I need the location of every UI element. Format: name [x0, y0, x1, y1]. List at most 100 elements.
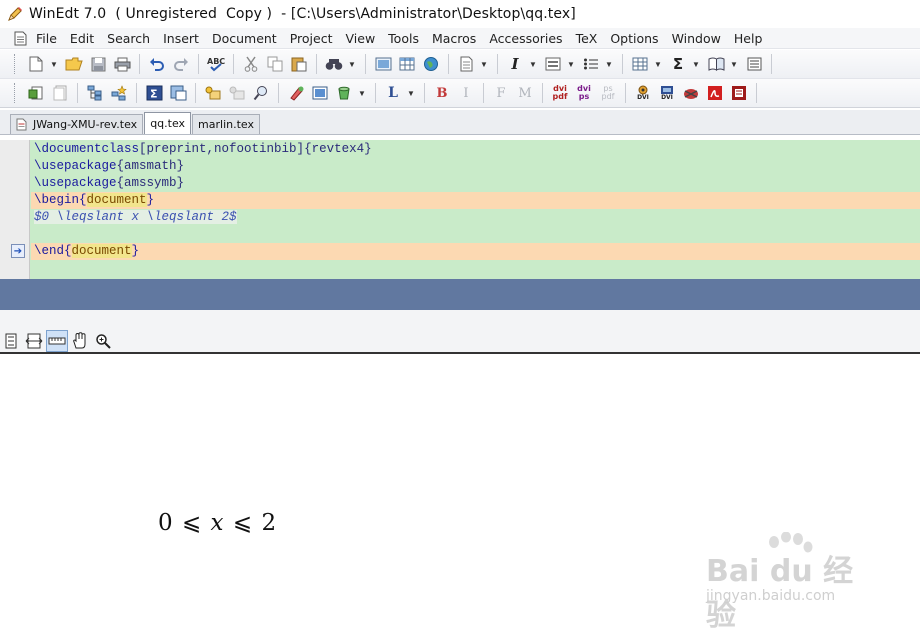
toolbar-separator: [233, 54, 234, 74]
bullets-icon[interactable]: [580, 53, 602, 75]
ps-pdf-icon[interactable]: ps pdf: [597, 82, 619, 104]
tabular-dropdown-chevron-down-icon[interactable]: ▼: [653, 53, 663, 75]
spellcheck-icon[interactable]: ABC: [205, 53, 227, 75]
hand-pan-icon[interactable]: [69, 330, 91, 352]
bucket-icon[interactable]: [333, 82, 355, 104]
document-icon[interactable]: [14, 31, 28, 46]
status-area: [0, 310, 920, 330]
page-dropdown-chevron-down-icon[interactable]: ▼: [479, 53, 489, 75]
bucket-dropdown-chevron-down-icon[interactable]: ▼: [357, 82, 367, 104]
menu-tex[interactable]: TeX: [576, 31, 598, 46]
menu-insert[interactable]: Insert: [163, 31, 199, 46]
save-icon[interactable]: [87, 53, 109, 75]
fit-page-icon[interactable]: [0, 330, 22, 352]
gather-disabled-icon[interactable]: [226, 82, 248, 104]
menu-macros[interactable]: Macros: [432, 31, 476, 46]
font-disabled-icon[interactable]: F: [490, 82, 512, 104]
menu-window[interactable]: Window: [672, 31, 721, 46]
latex-dropdown-chevron-down-icon[interactable]: ▼: [406, 82, 416, 104]
menu-document[interactable]: Document: [212, 31, 277, 46]
toolbar-grip[interactable]: [14, 54, 17, 74]
book-icon[interactable]: [705, 53, 727, 75]
undo-icon[interactable]: [146, 53, 168, 75]
bibtex-icon[interactable]: [680, 82, 702, 104]
find-icon[interactable]: [323, 53, 345, 75]
menu-search[interactable]: Search: [107, 31, 150, 46]
preview-pane[interactable]: 0 ⩽ x ⩽ 2 Bai du 经验 jingyan.baidu.com: [0, 356, 920, 632]
latex-icon[interactable]: L: [382, 82, 404, 104]
inline-math: $0 \leqslant x \leqslant 2$: [34, 210, 237, 224]
fit-width-icon[interactable]: [23, 330, 45, 352]
cut-icon[interactable]: [240, 53, 262, 75]
code-line[interactable]: \documentclass[preprint,nofootinbib]{rev…: [31, 141, 920, 158]
redo-icon[interactable]: [170, 53, 192, 75]
new-dropdown-chevron-down-icon[interactable]: ▼: [49, 53, 59, 75]
project-icon[interactable]: [25, 82, 47, 104]
tree-icon[interactable]: [84, 82, 106, 104]
table-icon[interactable]: [396, 53, 418, 75]
menu-edit[interactable]: Edit: [70, 31, 94, 46]
code-line-begin-document[interactable]: \begin{document}: [31, 192, 920, 209]
source-editor[interactable]: ➔ \documentclass[preprint,nofootinbib]{r…: [0, 140, 920, 279]
menu-file[interactable]: File: [36, 31, 57, 46]
menu-help[interactable]: Help: [734, 31, 763, 46]
search-zoom-icon[interactable]: [250, 82, 272, 104]
sum-dropdown-chevron-down-icon[interactable]: ▼: [691, 53, 701, 75]
line-gutter[interactable]: ➔: [0, 140, 30, 279]
copy-icon[interactable]: [264, 53, 286, 75]
code-line[interactable]: \usepackage{amssymb}: [31, 175, 920, 192]
list-icon[interactable]: [542, 53, 564, 75]
tree-star-icon[interactable]: [108, 82, 130, 104]
blank-page-icon[interactable]: [49, 82, 71, 104]
tabular-icon[interactable]: [629, 53, 651, 75]
paste-icon[interactable]: [288, 53, 310, 75]
italic-disabled-icon[interactable]: I: [455, 82, 477, 104]
menu-view[interactable]: View: [346, 31, 376, 46]
image-icon[interactable]: [372, 53, 394, 75]
bold-icon[interactable]: B: [431, 82, 453, 104]
tab-qq[interactable]: qq.tex: [144, 112, 192, 134]
dvi-pdf-icon[interactable]: dvi pdf: [549, 82, 571, 104]
tab-jwang-xmu-rev[interactable]: JWang-XMU-rev.tex: [10, 114, 144, 134]
tab-label: qq.tex: [150, 117, 186, 130]
code-line-end-document[interactable]: \end{document}: [31, 243, 920, 260]
print-icon[interactable]: [111, 53, 133, 75]
panel-icon[interactable]: [743, 53, 765, 75]
menu-tools[interactable]: Tools: [388, 31, 419, 46]
list-dropdown-chevron-down-icon[interactable]: ▼: [566, 53, 576, 75]
pdf-viewer-icon[interactable]: [728, 82, 750, 104]
toolbar-grip[interactable]: [14, 83, 17, 103]
macro-window-icon[interactable]: [167, 82, 189, 104]
menu-options[interactable]: Options: [610, 31, 658, 46]
environment-name: document: [71, 244, 132, 258]
highlight-icon[interactable]: [285, 82, 307, 104]
math-disabled-icon[interactable]: M: [514, 82, 536, 104]
page-icon[interactable]: [455, 53, 477, 75]
gather-icon[interactable]: [202, 82, 224, 104]
tab-marlin[interactable]: marlin.tex: [192, 114, 261, 134]
italic-icon[interactable]: I: [504, 53, 526, 75]
view-dvi-icon[interactable]: DVI: [632, 82, 654, 104]
dvi-viewer-icon[interactable]: DVI: [656, 82, 678, 104]
acrobat-icon[interactable]: [704, 82, 726, 104]
pencil-icon[interactable]: [6, 5, 24, 23]
ruler-icon[interactable]: [46, 330, 68, 352]
pane-splitter[interactable]: [0, 279, 920, 310]
book-dropdown-chevron-down-icon[interactable]: ▼: [729, 53, 739, 75]
find-dropdown-chevron-down-icon[interactable]: ▼: [347, 53, 357, 75]
macro-sigma-icon[interactable]: Σ: [143, 82, 165, 104]
open-folder-icon[interactable]: [63, 53, 85, 75]
zoom-magnifier-icon[interactable]: [92, 330, 114, 352]
sum-icon[interactable]: Σ: [667, 53, 689, 75]
dvi-ps-icon[interactable]: dvi ps: [573, 82, 595, 104]
code-line[interactable]: \usepackage{amsmath}: [31, 158, 920, 175]
frame-icon[interactable]: [309, 82, 331, 104]
globe-icon[interactable]: [420, 53, 442, 75]
menu-accessories[interactable]: Accessories: [489, 31, 562, 46]
new-document-icon[interactable]: [25, 53, 47, 75]
code-line-math[interactable]: $0 \leqslant x \leqslant 2$: [31, 209, 920, 226]
italic-dropdown-chevron-down-icon[interactable]: ▼: [528, 53, 538, 75]
bullets-dropdown-chevron-down-icon[interactable]: ▼: [604, 53, 614, 75]
menu-project[interactable]: Project: [290, 31, 333, 46]
code-line-blank[interactable]: [31, 226, 920, 243]
